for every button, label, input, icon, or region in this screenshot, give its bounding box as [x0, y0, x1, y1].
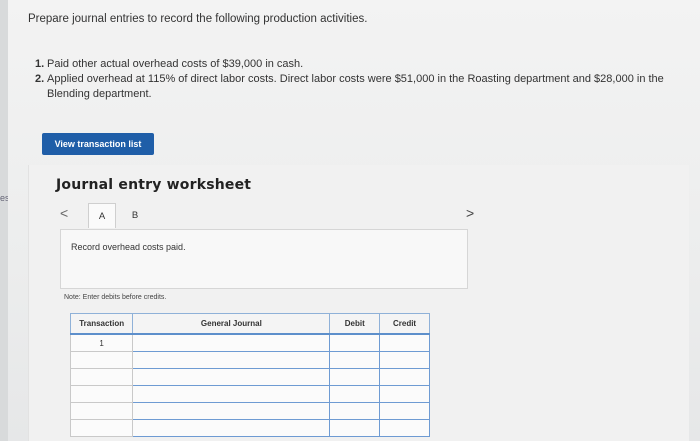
entry-note: Note: Enter debits before credits. — [64, 294, 167, 301]
header-debit: Debit — [329, 313, 381, 335]
debit-input[interactable] — [329, 351, 381, 369]
debit-input[interactable] — [329, 333, 381, 352]
general-journal-input[interactable] — [132, 402, 331, 420]
credit-input[interactable] — [379, 402, 430, 420]
transaction-cell — [69, 385, 134, 403]
transaction-cell: 1 — [69, 333, 134, 352]
journal-table: Transaction General Journal Debit Credit… — [69, 313, 430, 437]
header-credit: Credit — [379, 313, 430, 335]
activity-text: Paid other actual overhead costs of $39,… — [47, 58, 304, 70]
activity-text: Applied overhead at 115% of direct labor… — [47, 73, 664, 100]
credit-input[interactable] — [379, 351, 430, 369]
activity-item: 2. Applied overhead at 115% of direct la… — [35, 72, 685, 102]
tab-b[interactable]: B — [122, 203, 148, 227]
table-row — [69, 351, 430, 369]
activity-number: 1. — [35, 58, 45, 70]
debit-input[interactable] — [329, 419, 381, 437]
previous-entry-icon[interactable]: < — [60, 205, 68, 221]
table-row — [69, 368, 430, 386]
table-row — [69, 419, 430, 437]
credit-input[interactable] — [379, 419, 430, 437]
debit-input[interactable] — [329, 368, 381, 386]
general-journal-input[interactable] — [132, 385, 331, 403]
header-transaction: Transaction — [69, 313, 134, 335]
general-journal-input[interactable] — [132, 419, 331, 437]
next-entry-icon[interactable]: > — [466, 205, 474, 221]
view-transaction-list-button[interactable]: View transaction list — [42, 133, 154, 155]
table-row — [69, 385, 430, 403]
transaction-cell — [69, 368, 134, 386]
record-instruction-box: Record overhead costs paid. — [60, 229, 468, 289]
tab-a[interactable]: A — [88, 203, 116, 228]
debit-input[interactable] — [329, 385, 381, 403]
general-journal-input[interactable] — [132, 368, 331, 386]
debit-input[interactable] — [329, 402, 381, 420]
transaction-cell — [69, 402, 134, 420]
credit-input[interactable] — [379, 385, 430, 403]
table-row — [69, 402, 430, 420]
credit-input[interactable] — [379, 333, 430, 352]
record-instruction: Record overhead costs paid. — [71, 242, 186, 252]
credit-input[interactable] — [379, 368, 430, 386]
table-row: 1 — [69, 333, 430, 352]
transaction-cell — [69, 419, 134, 437]
worksheet-title: Journal entry worksheet — [56, 177, 252, 193]
general-journal-input[interactable] — [132, 333, 331, 352]
transaction-cell — [69, 351, 134, 369]
activity-item: 1. Paid other actual overhead costs of $… — [35, 57, 685, 72]
activity-number: 2. — [35, 73, 45, 85]
general-journal-input[interactable] — [132, 351, 331, 369]
question-prompt: Prepare journal entries to record the fo… — [28, 13, 368, 25]
activity-list: 1. Paid other actual overhead costs of $… — [35, 57, 685, 102]
header-general-journal: General Journal — [132, 313, 331, 335]
journal-header-row: Transaction General Journal Debit Credit — [69, 313, 430, 335]
